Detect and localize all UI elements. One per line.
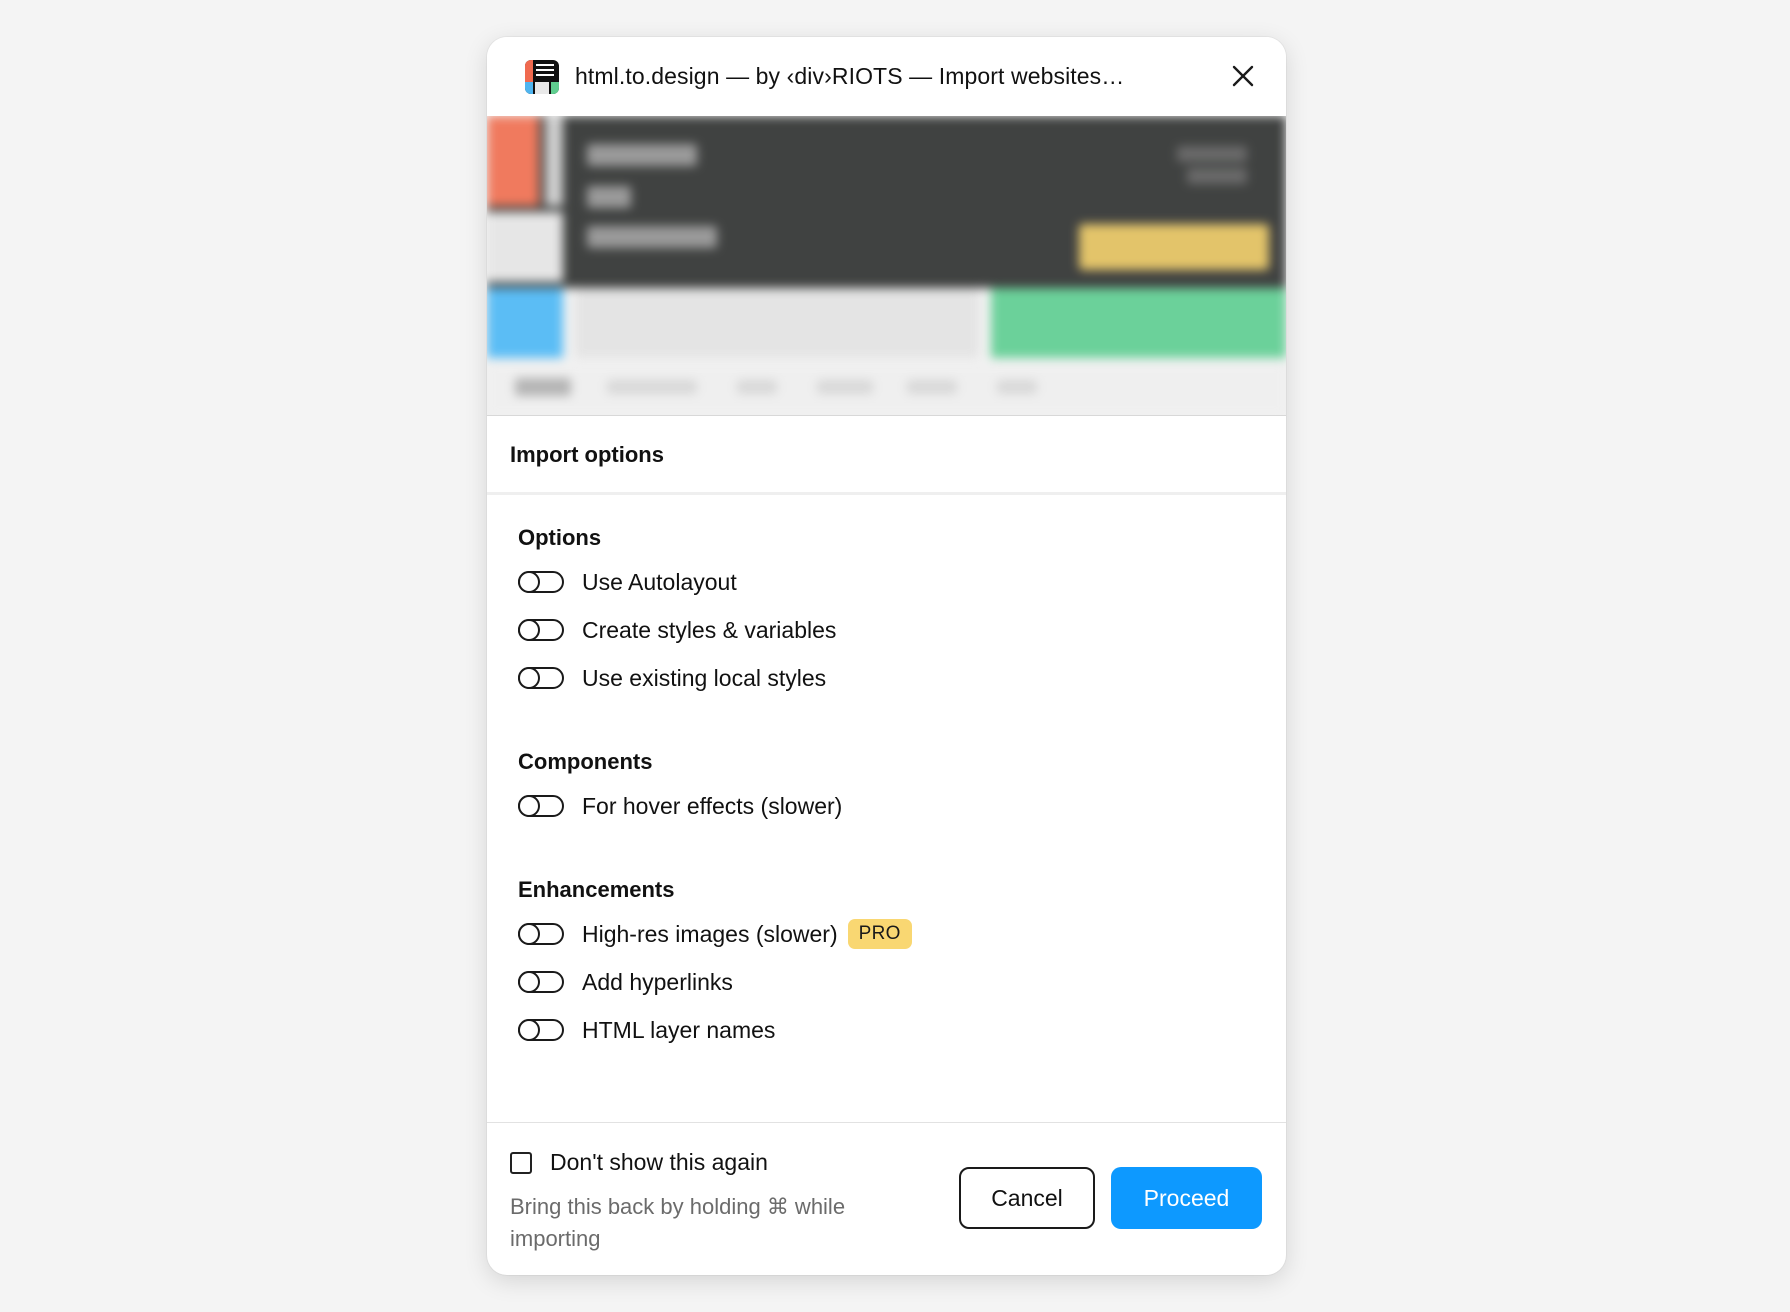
reopen-hint: Bring this back by holding ⌘ while impor…	[510, 1194, 846, 1251]
toggle-switch[interactable]	[518, 571, 564, 593]
cancel-button[interactable]: Cancel	[959, 1167, 1095, 1229]
option-use-existing-local-styles[interactable]: Use existing local styles	[518, 663, 826, 693]
option-label: Use existing local styles	[582, 664, 827, 691]
dialog-footer: Don't show this again Bring this back by…	[487, 1122, 1286, 1275]
option-label: HTML layer names	[582, 1016, 776, 1043]
toggle-switch[interactable]	[518, 923, 564, 945]
option-hover-effects[interactable]: For hover effects (slower)	[518, 791, 842, 821]
toggle-switch[interactable]	[518, 619, 564, 641]
option-high-res-images[interactable]: High-res images (slower) PRO	[518, 919, 912, 949]
dont-show-again-label: Don't show this again	[550, 1149, 768, 1175]
pro-badge: PRO	[847, 919, 912, 949]
option-label: Create styles & variables	[582, 616, 837, 643]
toggle-switch[interactable]	[518, 1019, 564, 1041]
dont-show-again-row[interactable]: Don't show this again	[510, 1149, 768, 1176]
option-use-autolayout[interactable]: Use Autolayout	[518, 567, 737, 597]
option-label: For hover effects (slower)	[582, 792, 843, 819]
option-html-layer-names[interactable]: HTML layer names	[518, 1015, 775, 1045]
group-title-enhancements: Enhancements	[518, 877, 675, 902]
group-title-components: Components	[518, 749, 653, 774]
toggle-switch[interactable]	[518, 971, 564, 993]
toggle-switch[interactable]	[518, 795, 564, 817]
option-add-hyperlinks[interactable]: Add hyperlinks	[518, 967, 733, 997]
import-options-header: Import options	[487, 415, 1286, 495]
option-create-styles-variables[interactable]: Create styles & variables	[518, 615, 836, 645]
proceed-button[interactable]: Proceed	[1111, 1167, 1262, 1229]
group-title-options: Options	[518, 525, 602, 550]
dialog-titlebar: html.to.design — by ‹div›RIOTS — Import …	[487, 37, 1286, 116]
dont-show-again-checkbox[interactable]	[510, 1151, 532, 1174]
option-label: Add hyperlinks	[582, 968, 733, 995]
option-label: High-res images (slower)	[582, 920, 838, 947]
website-preview-image	[487, 116, 1286, 415]
close-icon[interactable]	[1226, 59, 1260, 93]
option-label: Use Autolayout	[582, 568, 737, 595]
toggle-switch[interactable]	[518, 667, 564, 689]
import-options-title: Import options	[510, 442, 664, 467]
dialog-title: html.to.design — by ‹div›RIOTS — Import …	[575, 63, 1125, 89]
app-logo-icon	[525, 59, 559, 94]
import-dialog: html.to.design — by ‹div›RIOTS — Import …	[487, 37, 1286, 1275]
